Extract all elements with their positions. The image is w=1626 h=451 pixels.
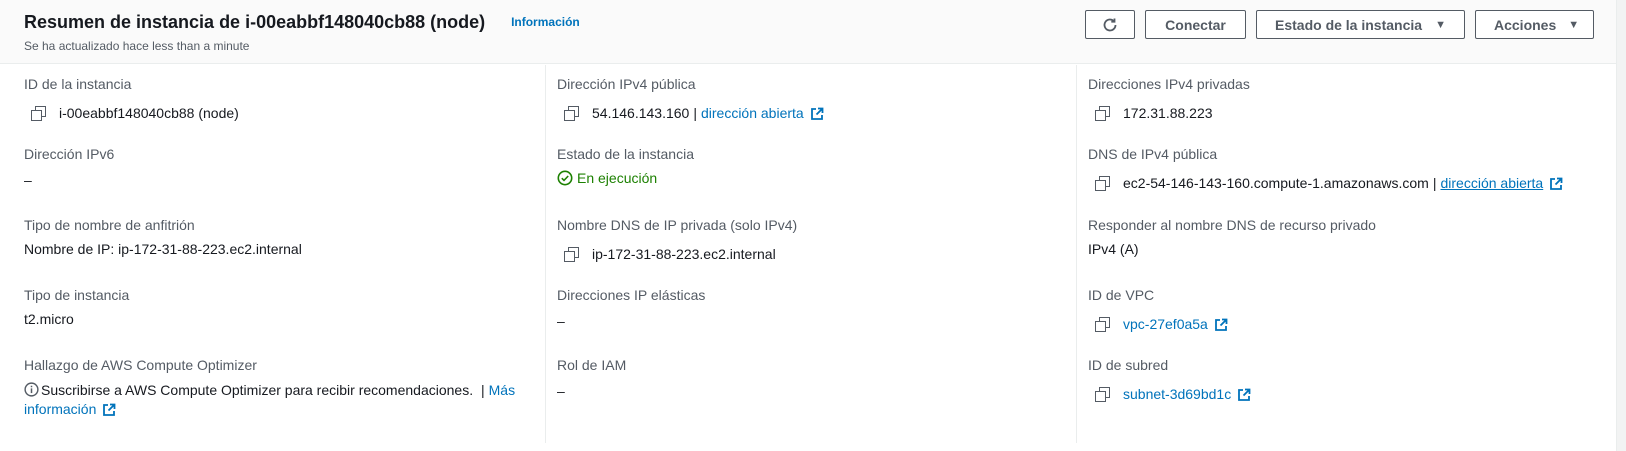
vpc-id-value: vpc-27ef0a5a bbox=[1123, 316, 1208, 332]
details-grid: ID de la instancia i-00eabbf148040cb88 (… bbox=[0, 65, 1617, 451]
field-label: Nombre DNS de IP privada (solo IPv4) bbox=[557, 217, 798, 233]
copy-icon[interactable] bbox=[1095, 176, 1110, 192]
info-icon bbox=[24, 382, 39, 397]
field-private-dns: Nombre DNS de IP privada (solo IPv4) ip-… bbox=[557, 217, 797, 262]
field-label: Dirección IPv4 pública bbox=[557, 76, 696, 92]
instance-id-value: i-00eabbf148040cb88 (node) bbox=[59, 105, 239, 121]
more-info-link-part2: información bbox=[24, 401, 97, 417]
instance-state-dropdown-label: Estado de la instancia bbox=[1275, 16, 1423, 33]
external-link-icon bbox=[810, 107, 824, 121]
field-label: Hallazgo de AWS Compute Optimizer bbox=[24, 357, 257, 373]
connect-button[interactable]: Conectar bbox=[1145, 10, 1246, 39]
field-label: Direcciones IP elásticas bbox=[557, 287, 706, 303]
copy-icon[interactable] bbox=[31, 106, 46, 121]
open-address-link-label: dirección abierta bbox=[1440, 175, 1544, 191]
ipv6-value: – bbox=[24, 172, 32, 188]
summary-header: Resumen de instancia de i-00eabbf148040c… bbox=[0, 0, 1616, 64]
details-column-1: ID de la instancia i-00eabbf148040cb88 (… bbox=[0, 65, 545, 443]
public-dns-value: ec2-54-146-143-160.compute-1.amazonaws.c… bbox=[1123, 175, 1429, 192]
field-label: Tipo de nombre de anfitrión bbox=[24, 217, 195, 233]
field-compute-optimizer: Hallazgo de AWS Compute Optimizer Suscri… bbox=[24, 357, 524, 419]
field-label: ID de la instancia bbox=[24, 76, 132, 92]
private-dns-value: ip-172-31-88-223.ec2.internal bbox=[592, 246, 776, 262]
field-value: vpc-27ef0a5a bbox=[1088, 316, 1228, 333]
public-ipv4-value: 54.146.143.160 bbox=[592, 105, 690, 122]
field-vpc-id: ID de VPC vpc-27ef0a5a bbox=[1088, 287, 1228, 333]
field-value: ip-172-31-88-223.ec2.internal bbox=[557, 246, 797, 262]
info-link[interactable]: Información bbox=[511, 15, 580, 29]
refresh-icon bbox=[1103, 18, 1117, 31]
copy-icon[interactable] bbox=[1095, 387, 1110, 403]
private-ipv4-value: 172.31.88.223 bbox=[1123, 105, 1213, 121]
copy-icon[interactable] bbox=[1095, 106, 1110, 121]
field-value: 172.31.88.223 bbox=[1088, 105, 1250, 121]
field-value: 54.146.143.160 | dirección abierta bbox=[557, 105, 824, 122]
field-label: Responder al nombre DNS de recurso priva… bbox=[1088, 217, 1376, 233]
instance-state-value: En ejecución bbox=[577, 170, 658, 186]
field-label: Dirección IPv6 bbox=[24, 146, 115, 162]
external-link-icon bbox=[1238, 388, 1251, 402]
subnet-id-link[interactable]: subnet-3d69bd1c bbox=[1123, 386, 1251, 402]
separator: | bbox=[1432, 175, 1437, 192]
details-column-3: Direcciones IPv4 privadas 172.31.88.223 … bbox=[1076, 65, 1617, 443]
header-actions: Conectar Estado de la instancia ▼ Accion… bbox=[1085, 10, 1594, 39]
open-address-link[interactable]: dirección abierta bbox=[701, 105, 824, 121]
field-label: Rol de IAM bbox=[557, 357, 627, 373]
external-link-icon bbox=[1550, 177, 1563, 191]
check-circle-icon bbox=[557, 170, 573, 186]
optimizer-text: Suscribirse a AWS Compute Optimizer para… bbox=[41, 382, 474, 398]
actions-dropdown-label: Acciones bbox=[1494, 16, 1557, 33]
field-hostname-type: Tipo de nombre de anfitrión Nombre de IP… bbox=[24, 217, 302, 257]
field-value: subnet-3d69bd1c bbox=[1088, 386, 1251, 403]
instance-type-value: t2.micro bbox=[24, 311, 74, 327]
field-label: ID de VPC bbox=[1088, 287, 1155, 303]
field-public-ipv4: Dirección IPv4 pública 54.146.143.160 | … bbox=[557, 76, 824, 122]
optimizer-message: Suscribirse a AWS Compute Optimizer para… bbox=[24, 381, 524, 419]
field-label: Tipo de instancia bbox=[24, 287, 130, 303]
field-value: i-00eabbf148040cb88 (node) bbox=[24, 105, 239, 121]
iam-role-value: – bbox=[557, 383, 565, 399]
page-title: Resumen de instancia de i-00eabbf148040c… bbox=[24, 12, 486, 32]
copy-icon[interactable] bbox=[564, 106, 579, 122]
field-resource-dns: Responder al nombre DNS de recurso priva… bbox=[1088, 217, 1376, 257]
copy-icon[interactable] bbox=[564, 247, 579, 262]
field-public-dns: DNS de IPv4 pública ec2-54-146-143-160.c… bbox=[1088, 146, 1563, 192]
external-link-icon bbox=[103, 403, 116, 417]
field-value: ec2-54-146-143-160.compute-1.amazonaws.c… bbox=[1088, 175, 1563, 192]
last-updated-text: Se ha actualizado hace less than a minut… bbox=[24, 39, 250, 53]
field-instance-id: ID de la instancia i-00eabbf148040cb88 (… bbox=[24, 76, 239, 121]
title-wrap: Resumen de instancia de i-00eabbf148040c… bbox=[24, 12, 580, 53]
field-private-ipv4: Direcciones IPv4 privadas 172.31.88.223 bbox=[1088, 76, 1250, 121]
field-label: Estado de la instancia bbox=[557, 146, 694, 162]
field-ipv6: Dirección IPv6 – bbox=[24, 146, 114, 188]
caret-down-icon: ▼ bbox=[1568, 18, 1580, 31]
field-instance-state: Estado de la instancia En ejecución bbox=[557, 146, 694, 186]
more-info-link-part1: Más bbox=[488, 382, 516, 398]
subnet-id-value: subnet-3d69bd1c bbox=[1123, 386, 1232, 402]
instance-state-status: En ejecución bbox=[557, 170, 694, 186]
field-elastic-ip: Direcciones IP elásticas – bbox=[557, 287, 705, 329]
actions-dropdown[interactable]: Acciones ▼ bbox=[1475, 10, 1594, 39]
external-link-icon bbox=[1214, 318, 1228, 332]
vpc-id-link[interactable]: vpc-27ef0a5a bbox=[1123, 316, 1228, 332]
elastic-ip-value: – bbox=[557, 313, 565, 329]
instance-summary-panel: Resumen de instancia de i-00eabbf148040c… bbox=[0, 0, 1617, 451]
copy-icon[interactable] bbox=[1095, 317, 1110, 333]
open-address-link[interactable]: dirección abierta bbox=[1440, 175, 1563, 191]
field-subnet-id: ID de subred subnet-3d69bd1c bbox=[1088, 357, 1251, 403]
open-address-link-label: dirección abierta bbox=[700, 105, 804, 121]
field-label: DNS de IPv4 pública bbox=[1088, 146, 1218, 162]
separator: | bbox=[693, 105, 697, 122]
separator: | bbox=[480, 382, 485, 398]
details-column-2: Dirección IPv4 pública 54.146.143.160 | … bbox=[545, 65, 1076, 443]
resource-dns-value: IPv4 (A) bbox=[1088, 241, 1139, 257]
field-label: Direcciones IPv4 privadas bbox=[1088, 76, 1250, 92]
field-instance-type: Tipo de instancia t2.micro bbox=[24, 287, 129, 327]
field-label: ID de subred bbox=[1088, 357, 1169, 373]
refresh-button[interactable] bbox=[1085, 10, 1135, 39]
hostname-type-value: Nombre de IP: ip-172-31-88-223.ec2.inter… bbox=[24, 241, 302, 257]
caret-down-icon: ▼ bbox=[1435, 18, 1446, 31]
field-iam-role: Rol de IAM – bbox=[557, 357, 626, 399]
instance-state-dropdown[interactable]: Estado de la instancia ▼ bbox=[1256, 10, 1465, 39]
